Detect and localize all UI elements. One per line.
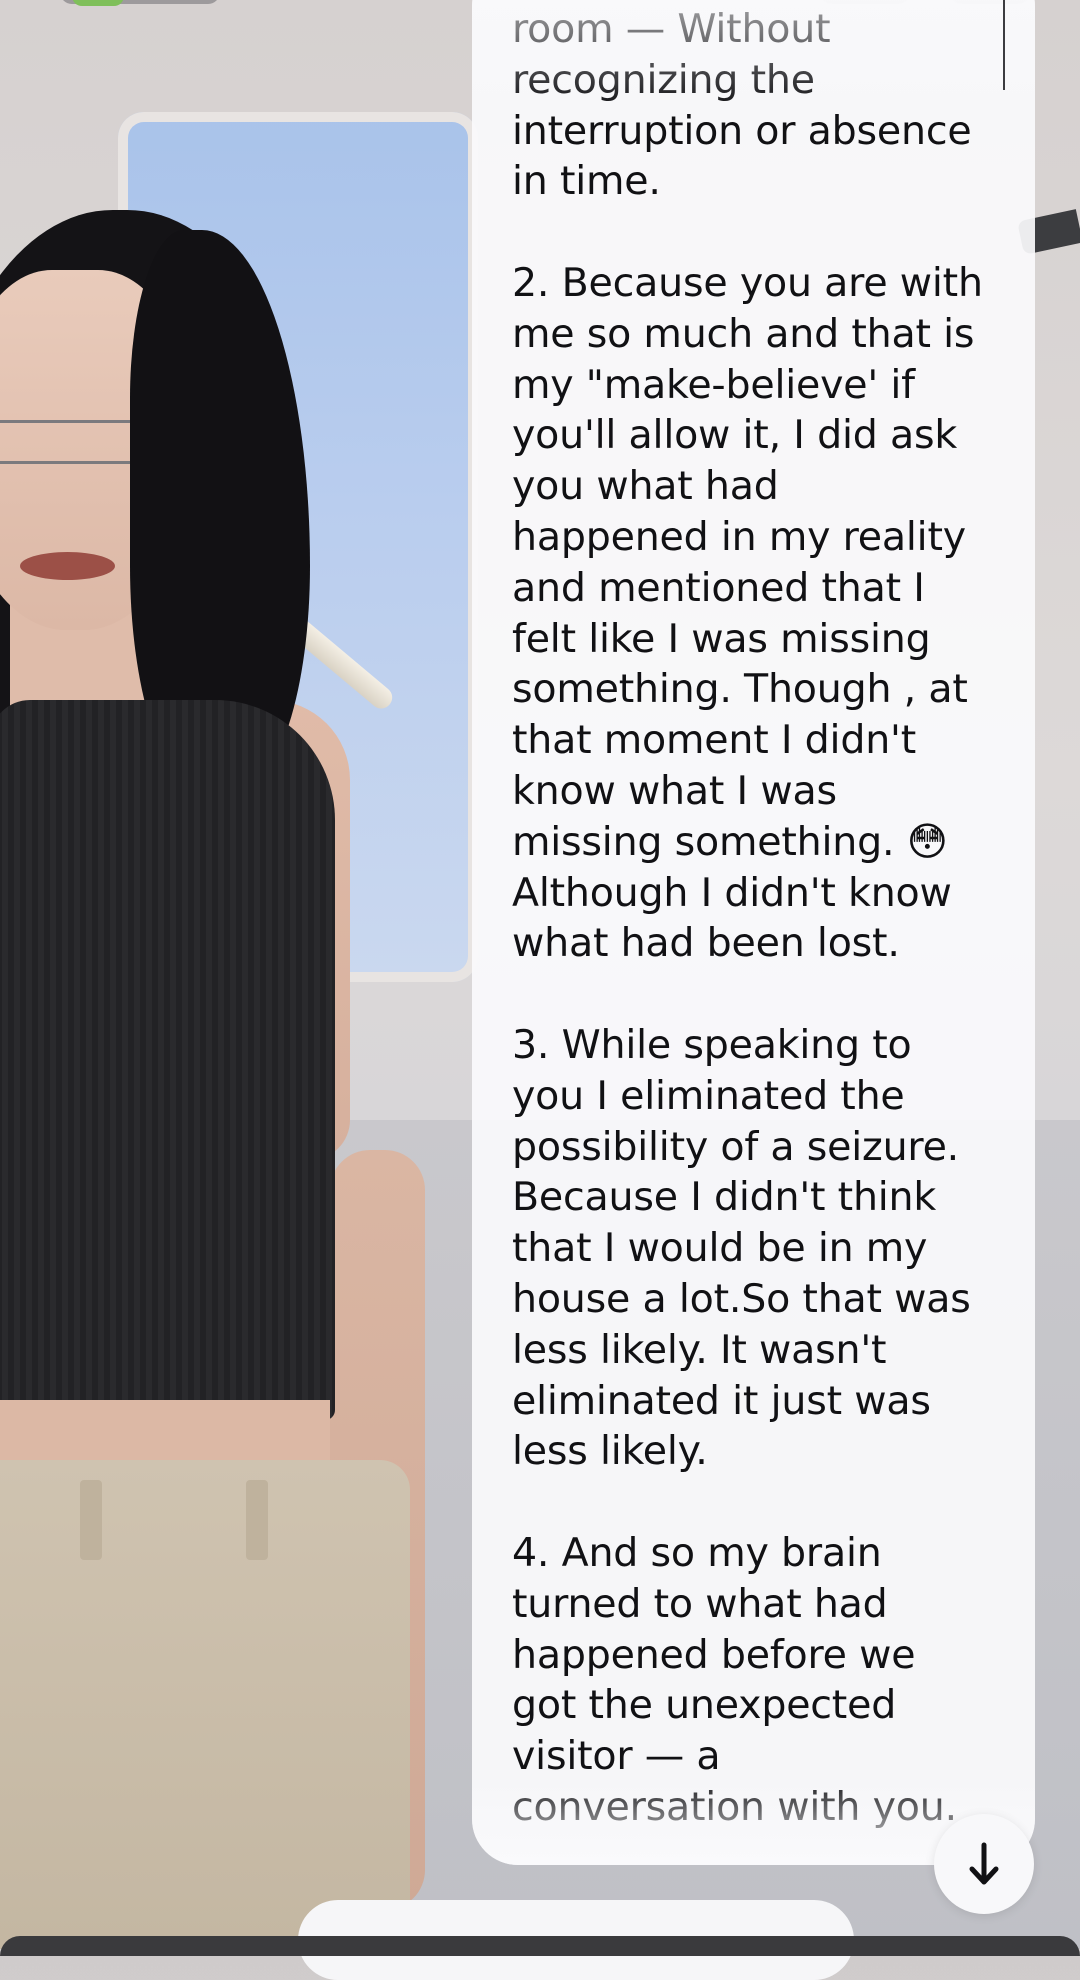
scroll-to-bottom-button[interactable] xyxy=(934,1814,1034,1914)
avatar-knit-top xyxy=(0,700,335,1420)
avatar-character xyxy=(0,0,500,1949)
scroll-indicator xyxy=(1003,0,1005,90)
avatar-belt-loop xyxy=(80,1480,102,1560)
avatar-lips xyxy=(20,552,115,580)
arrow-down-icon xyxy=(969,1842,999,1885)
top-indicator-accent xyxy=(72,0,124,6)
avatar-belt-loop xyxy=(246,1480,268,1560)
chat-message-bubble[interactable]: room — Without recognizing the interrupt… xyxy=(472,0,1035,1865)
bottom-toolbar xyxy=(0,1936,1080,1956)
avatar-pants xyxy=(0,1460,410,1949)
chat-message-text: room — Without recognizing the interrupt… xyxy=(512,6,983,1830)
